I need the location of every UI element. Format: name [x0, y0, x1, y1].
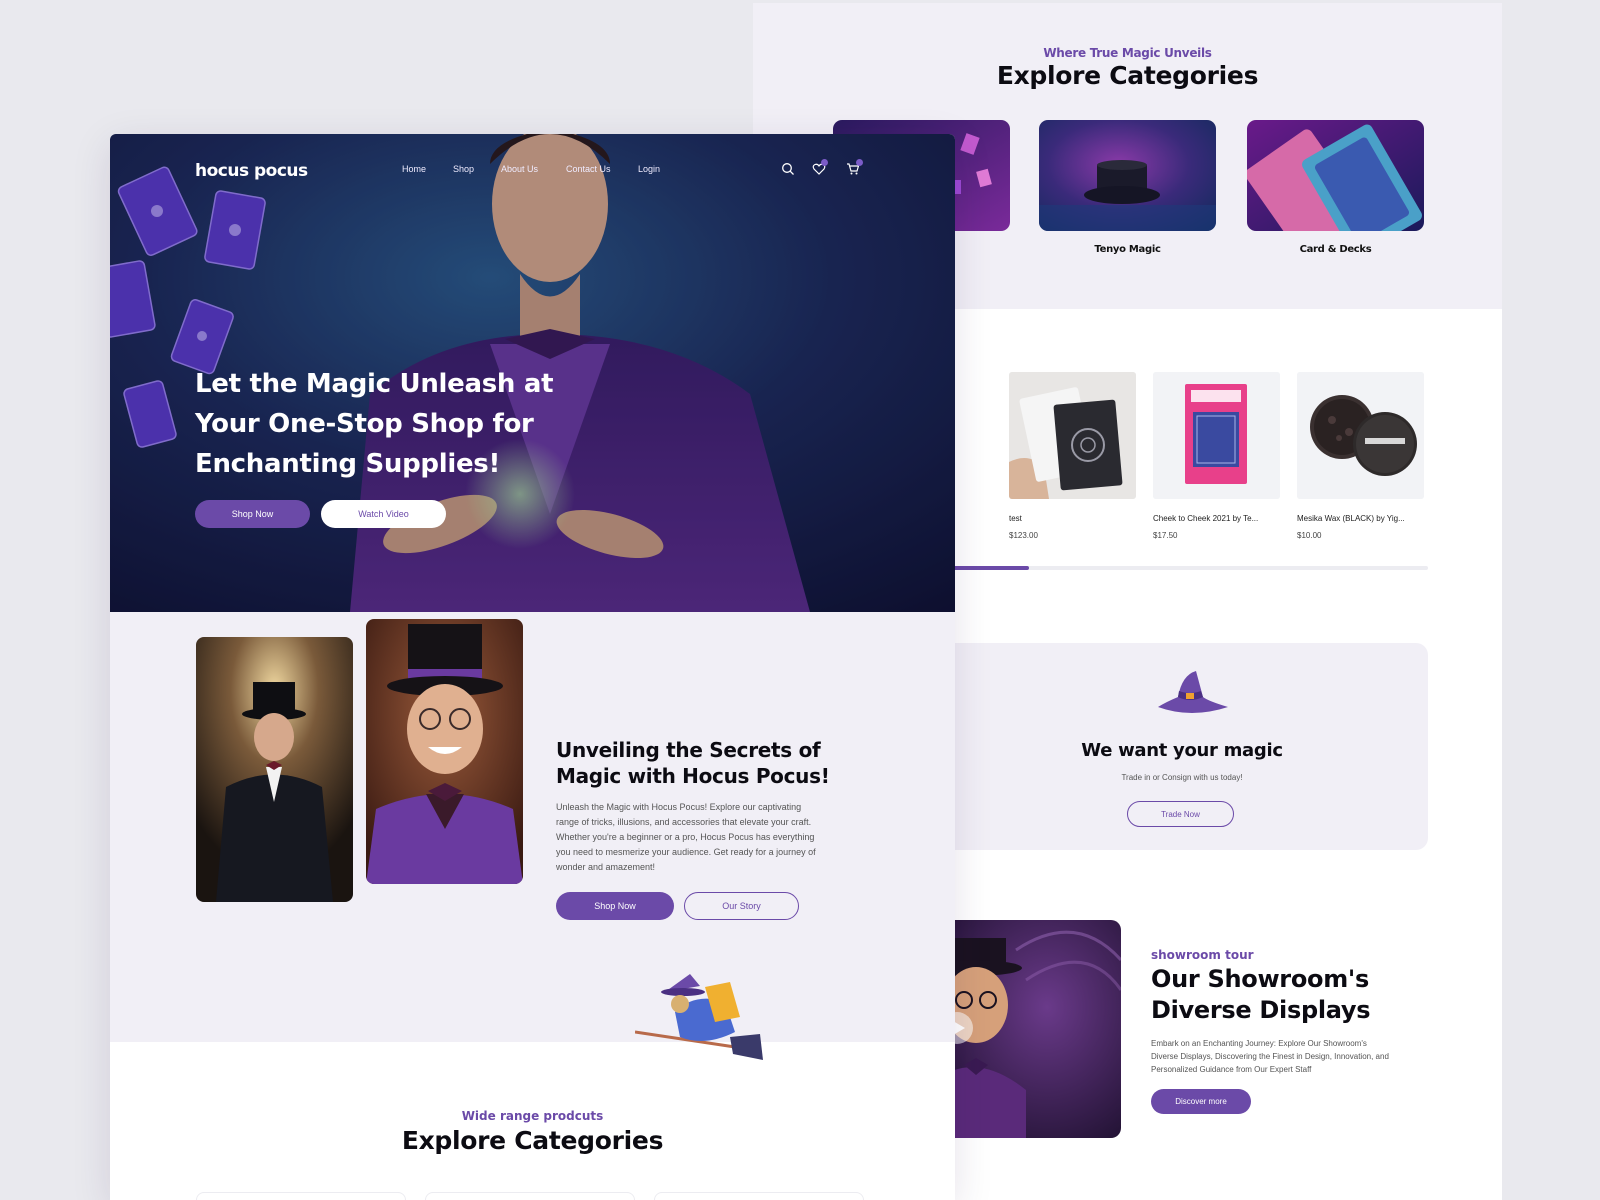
- category-card[interactable]: [425, 1192, 635, 1200]
- product-image: [1297, 372, 1424, 499]
- wishlist-badge: [821, 159, 828, 166]
- nav-link-home[interactable]: Home: [402, 164, 426, 174]
- carousel-scrollbar[interactable]: [953, 566, 1428, 570]
- product-card[interactable]: [1297, 372, 1424, 499]
- about-description: Unleash the Magic with Hocus Pocus! Expl…: [556, 802, 816, 872]
- cart-badge: [856, 159, 863, 166]
- hero-section: hocus pocus Home Shop About Us Contact U…: [110, 134, 955, 612]
- discover-more-button[interactable]: Discover more: [1151, 1089, 1251, 1114]
- nav-link-shop[interactable]: Shop: [453, 164, 474, 174]
- product-price: $10.00: [1297, 531, 1322, 540]
- product-image: [1153, 372, 1280, 499]
- about-section: Unveiling the Secrets of Magic with Hocu…: [110, 612, 955, 1060]
- nav-link-login[interactable]: Login: [638, 164, 660, 174]
- nav-link-contact-us[interactable]: Contact Us: [566, 164, 611, 174]
- showroom-title: Our Showroom's Diverse Displays: [1151, 965, 1371, 1024]
- categories-title: Explore Categories: [401, 1126, 664, 1155]
- homepage-preview: hocus pocus Home Shop About Us Contact U…: [110, 134, 955, 1200]
- shop-now-button[interactable]: Shop Now: [195, 500, 310, 528]
- categories-eyebrow: Wide range prodcuts: [461, 1109, 604, 1123]
- category-card-tenyo-magic[interactable]: [1039, 120, 1216, 231]
- product-image: [1009, 372, 1136, 499]
- magician-image: [196, 637, 353, 902]
- hero-title: Let the Magic Unleash at Your One-Stop S…: [195, 369, 554, 479]
- categories-title: Explore Categories: [996, 61, 1259, 90]
- trade-now-button[interactable]: Trade Now: [1127, 801, 1234, 827]
- category-card[interactable]: [654, 1192, 864, 1200]
- magician-photo-left: [196, 637, 353, 902]
- showroom-video-thumbnail[interactable]: [936, 920, 1121, 1138]
- witch-hat-icon: [1158, 671, 1228, 713]
- product-card[interactable]: [1009, 372, 1136, 499]
- about-title: Unveiling the Secrets of Magic with Hocu…: [556, 738, 830, 788]
- magician-photo-right: [366, 619, 523, 884]
- category-image: [1247, 120, 1424, 231]
- showroom-description: Embark on an Enchanting Journey: Explore…: [1151, 1039, 1389, 1074]
- witch-on-broom-illustration: [635, 974, 763, 1060]
- product-price: $123.00: [1009, 531, 1038, 540]
- trade-title: We want your magic: [1081, 740, 1283, 761]
- category-label: Tenyo Magic: [1094, 244, 1161, 255]
- our-story-button[interactable]: Our Story: [684, 892, 799, 920]
- product-price: $17.50: [1153, 531, 1178, 540]
- showroom-eyebrow: showroom tour: [1151, 948, 1254, 962]
- product-card[interactable]: [1153, 372, 1280, 499]
- magician-image: [366, 619, 523, 884]
- watch-video-button[interactable]: Watch Video: [321, 500, 446, 528]
- product-name[interactable]: Cheek to Cheek 2021 by Te...: [1153, 514, 1293, 523]
- trade-subtitle: Trade in or Consign with us today!: [1121, 773, 1243, 782]
- product-name[interactable]: Mesika Wax (BLACK) by Yig...: [1297, 514, 1437, 523]
- category-label: Card & Decks: [1299, 244, 1372, 255]
- nav-link-about-us[interactable]: About Us: [501, 164, 538, 174]
- trade-in-banner: We want your magic Trade in or Consign w…: [936, 643, 1428, 850]
- product-name[interactable]: test: [1009, 514, 1149, 523]
- category-card[interactable]: [196, 1192, 406, 1200]
- carousel-scrollbar-thumb[interactable]: [953, 566, 1029, 570]
- search-icon[interactable]: [781, 162, 795, 176]
- brand-logo[interactable]: hocus pocus: [195, 161, 308, 181]
- category-image: [1039, 120, 1216, 231]
- category-card-cards-decks[interactable]: [1247, 120, 1424, 231]
- categories-eyebrow: Where True Magic Unveils: [1043, 46, 1212, 60]
- shop-now-button[interactable]: Shop Now: [556, 892, 674, 920]
